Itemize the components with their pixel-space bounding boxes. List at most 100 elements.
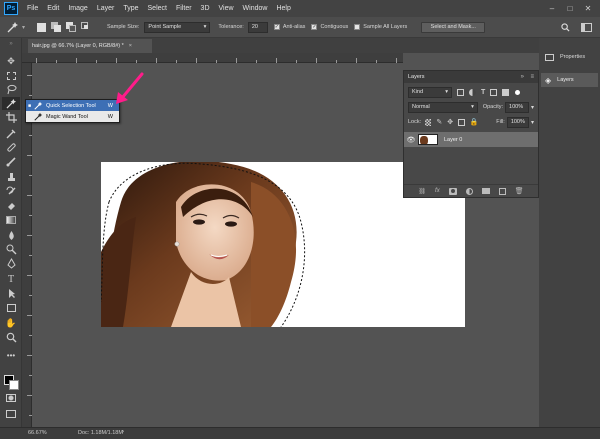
status-menu-icon[interactable]: › bbox=[122, 429, 124, 435]
tolerance-input[interactable]: 20 bbox=[247, 21, 268, 33]
blur-tool-icon[interactable] bbox=[2, 229, 20, 242]
lock-position-icon[interactable]: ✥ bbox=[447, 118, 453, 126]
blend-mode-select[interactable]: Normal ▾ bbox=[408, 101, 478, 113]
hand-tool-icon[interactable]: ✋ bbox=[2, 317, 20, 330]
workspace-icon[interactable] bbox=[581, 22, 592, 32]
healing-brush-tool-icon[interactable] bbox=[2, 141, 20, 154]
document-tab[interactable]: hair.jpg @ 66.7% (Layer 0, RGB/8#) * × bbox=[28, 39, 152, 53]
new-selection-icon[interactable] bbox=[37, 22, 47, 32]
status-bar: 66.67% Doc: 1.18M/1.18M › bbox=[0, 427, 600, 439]
chevron-down-icon[interactable]: ▾ bbox=[531, 104, 534, 111]
history-brush-tool-icon[interactable] bbox=[2, 185, 20, 198]
tool-preset-icon[interactable] bbox=[5, 21, 21, 34]
magic-wand-label: Magic Wand Tool bbox=[46, 113, 88, 120]
menu-layer[interactable]: Layer bbox=[97, 5, 115, 12]
eraser-tool-icon[interactable] bbox=[2, 199, 20, 212]
path-selection-tool-icon[interactable] bbox=[2, 287, 20, 300]
add-to-selection-icon[interactable] bbox=[51, 22, 62, 32]
panel-collapse-icon[interactable]: » bbox=[521, 74, 524, 80]
anti-alias-checkbox[interactable]: ✓ bbox=[273, 24, 280, 30]
tools-panel: » ✥ T ✋ ••• bbox=[0, 38, 22, 428]
preset-dropdown-icon[interactable]: ▾ bbox=[22, 24, 25, 31]
zoom-tool-icon[interactable] bbox=[2, 331, 20, 344]
menu-3d[interactable]: 3D bbox=[201, 5, 210, 12]
fill-input[interactable]: 100% bbox=[506, 116, 529, 128]
delete-layer-icon[interactable]: 🗑 bbox=[515, 187, 524, 195]
minimize-button[interactable]: – bbox=[546, 3, 558, 15]
tool-flyout-menu: ■ Quick Selection Tool W Magic Wand Tool… bbox=[25, 99, 120, 123]
clone-stamp-tool-icon[interactable] bbox=[2, 171, 20, 184]
maximize-button[interactable]: □ bbox=[564, 3, 576, 15]
filter-pixel-icon[interactable] bbox=[457, 88, 464, 96]
properties-panel-button[interactable]: Properties bbox=[541, 50, 598, 64]
opacity-label: Opacity: bbox=[482, 104, 504, 110]
close-window-button[interactable]: ✕ bbox=[582, 3, 594, 15]
rectangle-tool-icon[interactable] bbox=[2, 301, 20, 314]
eyedropper-tool-icon[interactable] bbox=[2, 127, 20, 140]
screen-mode-icon[interactable] bbox=[6, 410, 16, 418]
properties-label: Properties bbox=[560, 54, 586, 60]
pen-tool-icon[interactable] bbox=[2, 257, 20, 270]
filter-type-icon[interactable]: T bbox=[481, 89, 485, 96]
menu-view[interactable]: View bbox=[219, 5, 234, 12]
menu-help[interactable]: Help bbox=[276, 5, 290, 12]
add-layer-style-icon[interactable]: fx bbox=[435, 188, 440, 194]
lock-artboard-icon[interactable] bbox=[458, 118, 465, 126]
sample-all-layers-checkbox[interactable] bbox=[354, 24, 361, 30]
add-mask-icon[interactable] bbox=[448, 187, 457, 195]
gradient-tool-icon[interactable] bbox=[2, 213, 20, 226]
menu-type[interactable]: Type bbox=[123, 5, 138, 12]
lock-all-icon[interactable]: 🔒 bbox=[470, 118, 479, 126]
visibility-eye-icon[interactable]: 👁 bbox=[404, 136, 418, 144]
subtract-from-selection-icon[interactable] bbox=[66, 22, 77, 32]
filter-shape-icon[interactable] bbox=[490, 88, 498, 96]
menu-filter[interactable]: Filter bbox=[176, 5, 192, 12]
menu-window[interactable]: Window bbox=[243, 5, 268, 12]
sample-size-value: Point Sample bbox=[148, 24, 182, 30]
intersect-selection-icon[interactable] bbox=[81, 22, 91, 32]
layer-filter-select[interactable]: Kind ▾ bbox=[408, 86, 452, 98]
crop-tool-icon[interactable] bbox=[2, 111, 20, 124]
lasso-tool-icon[interactable] bbox=[2, 83, 20, 96]
contiguous-checkbox[interactable]: ✓ bbox=[311, 24, 318, 30]
marquee-tool-icon[interactable] bbox=[2, 69, 20, 82]
quick-selection-tool-icon[interactable] bbox=[2, 97, 20, 110]
search-icon[interactable] bbox=[559, 21, 571, 33]
filter-adjustment-icon[interactable] bbox=[469, 88, 476, 96]
edit-toolbar-icon[interactable]: ••• bbox=[2, 349, 20, 362]
menu-file[interactable]: File bbox=[27, 5, 38, 12]
filter-smart-object-icon[interactable] bbox=[502, 88, 510, 96]
dodge-tool-icon[interactable] bbox=[2, 243, 20, 256]
type-tool-icon[interactable]: T bbox=[2, 273, 20, 286]
lock-transparency-icon[interactable] bbox=[425, 118, 432, 126]
panel-menu-icon[interactable]: ≡ bbox=[530, 74, 534, 80]
new-group-icon[interactable] bbox=[481, 188, 490, 194]
lock-pixels-icon[interactable]: ✎ bbox=[436, 118, 442, 126]
sample-size-select[interactable]: Point Sample ▾ bbox=[144, 21, 211, 33]
new-layer-icon[interactable] bbox=[498, 187, 506, 195]
new-adjustment-layer-icon[interactable] bbox=[465, 187, 473, 195]
brush-tool-icon[interactable] bbox=[2, 155, 20, 168]
menu-image[interactable]: Image bbox=[68, 5, 87, 12]
chevron-down-icon[interactable]: ▾ bbox=[531, 119, 534, 126]
layer-name[interactable]: Layer 0 bbox=[444, 137, 462, 143]
layers-dock-button[interactable]: ◈ Layers bbox=[541, 73, 598, 87]
move-tool-icon[interactable]: ✥ bbox=[2, 55, 20, 68]
link-layers-icon[interactable]: ⛓ bbox=[418, 188, 426, 195]
quick-mask-icon[interactable] bbox=[6, 394, 16, 402]
lock-label: Lock: bbox=[408, 119, 422, 125]
opacity-input[interactable]: 100% bbox=[505, 101, 529, 113]
quick-selection-menu-item[interactable]: ■ Quick Selection Tool W bbox=[26, 100, 119, 111]
background-color-swatch[interactable] bbox=[9, 380, 19, 390]
zoom-level[interactable]: 66.67% bbox=[28, 430, 47, 436]
document-tab-title: hair.jpg @ 66.7% (Layer 0, RGB/8#) * bbox=[32, 43, 124, 49]
magic-wand-menu-item[interactable]: Magic Wand Tool W bbox=[26, 111, 119, 122]
menu-edit[interactable]: Edit bbox=[47, 5, 59, 12]
menu-select[interactable]: Select bbox=[148, 5, 167, 12]
close-tab-icon[interactable]: × bbox=[129, 43, 132, 49]
right-panel-dock: Properties ◈ Layers bbox=[539, 38, 600, 428]
toolbar-collapse-icon[interactable]: » bbox=[2, 41, 20, 47]
filter-toggle-icon[interactable] bbox=[515, 89, 521, 95]
layer-row[interactable]: 👁 Layer 0 bbox=[404, 132, 538, 147]
select-and-mask-button[interactable]: Select and Mask... bbox=[421, 21, 486, 33]
